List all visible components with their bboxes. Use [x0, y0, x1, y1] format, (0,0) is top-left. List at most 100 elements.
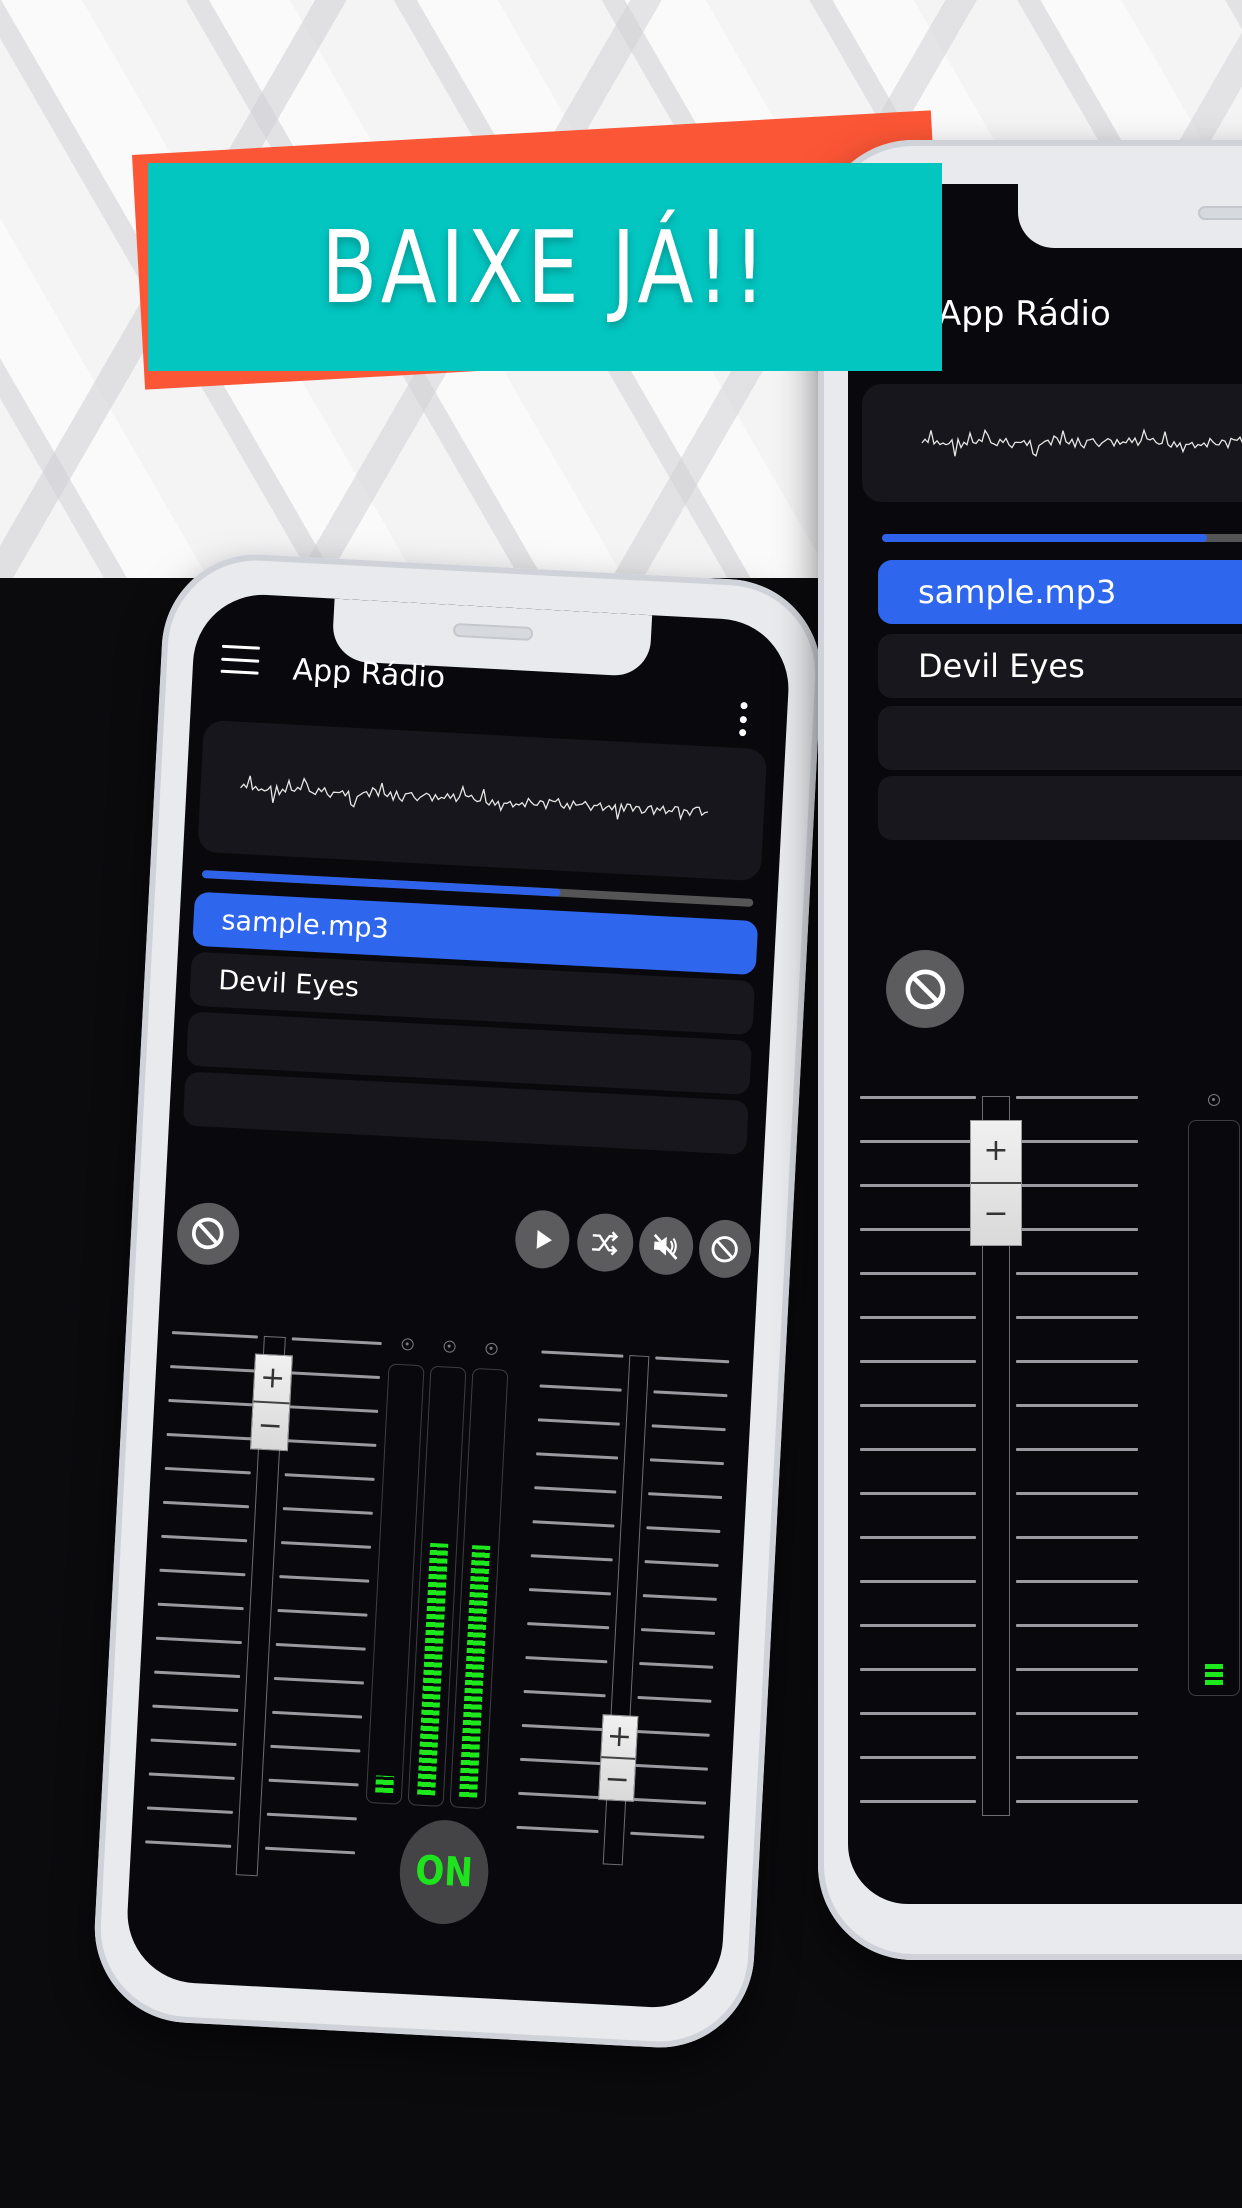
fader-scale-tick [1016, 1712, 1138, 1715]
fader-scale-tick [640, 1628, 716, 1635]
block-icon [711, 1235, 739, 1263]
left-fader[interactable]: + − [854, 1096, 1164, 1816]
track-item-active[interactable]: sample.mp3 [878, 560, 1242, 624]
fader-scale-tick [655, 1356, 730, 1364]
fader-scale-tick [282, 1507, 373, 1515]
left-fader[interactable]: + − [139, 1331, 388, 1902]
right-fader[interactable]: + − [508, 1350, 735, 1880]
block-icon [192, 1218, 224, 1250]
fader-scale-tick [284, 1473, 375, 1481]
fader-scale-tick [860, 1184, 976, 1187]
play-button[interactable] [513, 1208, 571, 1270]
level-meters [1188, 1094, 1242, 1734]
block-button[interactable] [697, 1218, 753, 1280]
fader-scale-tick [291, 1337, 382, 1346]
fader-plus-button[interactable]: + [971, 1121, 1021, 1184]
fader-scale-tick [639, 1661, 714, 1669]
more-vert-icon[interactable] [738, 701, 748, 737]
track-item-empty[interactable] [878, 776, 1242, 840]
fader-scale-tick [1016, 1184, 1138, 1187]
playback-progress-fill [882, 534, 1207, 542]
phone-notch [1018, 184, 1242, 248]
fader-scale-tick [145, 1840, 232, 1848]
fader-scale-tick [653, 1390, 728, 1398]
fader-scale-tick [860, 1712, 976, 1715]
track-name: sample.mp3 [220, 904, 390, 945]
fader-scale-tick [277, 1608, 368, 1617]
speaker-grille [452, 622, 534, 642]
level-meter-fill [1205, 1662, 1223, 1685]
fader-scale-tick [528, 1588, 611, 1596]
fader-scale-tick [1016, 1536, 1138, 1539]
track-name: Devil Eyes [918, 647, 1085, 685]
fader-scale-tick [289, 1371, 380, 1380]
fader-scale-tick [155, 1636, 242, 1645]
fader-scale-tick [159, 1568, 246, 1577]
fader-scale-tick [270, 1744, 361, 1753]
fader-scale-tick [266, 1812, 357, 1821]
fader-scale-tick [1016, 1404, 1138, 1407]
fader-scale-tick [148, 1772, 235, 1780]
fader-scale-tick [632, 1797, 707, 1805]
fader-scale-tick [272, 1710, 363, 1719]
fader-scale-tick [1016, 1228, 1138, 1231]
hamburger-menu-icon[interactable] [220, 644, 260, 675]
fader-scale-tick [275, 1642, 366, 1651]
block-button[interactable] [886, 950, 964, 1028]
shuffle-button[interactable] [575, 1212, 635, 1274]
fader-scale-tick [1016, 1096, 1138, 1099]
fader-scale-tick [630, 1831, 705, 1839]
level-meter-fill [417, 1542, 449, 1796]
fader-scale-tick [518, 1791, 601, 1800]
fader-scale-tick [534, 1486, 617, 1494]
fader-scale-tick [1016, 1580, 1138, 1583]
level-meter-fill [459, 1545, 491, 1798]
fader-scale-tick [1016, 1624, 1138, 1627]
fader-scale-tick [860, 1404, 976, 1407]
fader-scale-tick [1016, 1448, 1138, 1451]
waveform-graph [240, 775, 709, 821]
app-screen: App Rádio sample.mp3 Devil Eyes +− ON [848, 184, 1242, 1904]
block-button[interactable] [175, 1201, 241, 1267]
fader-scale-tick [860, 1536, 976, 1539]
fader-scale-tick [860, 1756, 976, 1759]
fader-plus-button[interactable]: + [601, 1715, 638, 1761]
fader-minus-button[interactable]: − [971, 1184, 1021, 1245]
fader-minus-button[interactable]: − [251, 1402, 289, 1450]
fader-scale-tick [860, 1360, 976, 1363]
waveform-graph [921, 428, 1242, 457]
fader-scale-tick [860, 1800, 976, 1803]
fader-scale-tick [171, 1331, 258, 1339]
fader-scale-tick [265, 1846, 356, 1855]
fader-knob[interactable]: + − [598, 1714, 639, 1803]
fader-minus-button[interactable]: − [599, 1759, 635, 1802]
fader-scale-tick [860, 1448, 976, 1451]
fader-scale-tick [273, 1676, 364, 1685]
level-meter [1188, 1120, 1240, 1696]
fader-scale-tick [286, 1439, 377, 1447]
fader-scale-tick [644, 1560, 719, 1567]
meter-indicator-icon [401, 1338, 414, 1351]
fader-knob[interactable]: + − [249, 1353, 293, 1452]
fader-scale-tick [860, 1580, 976, 1583]
fader-scale-tick [541, 1350, 624, 1358]
power-on-button[interactable]: ON [397, 1817, 491, 1927]
waveform-display [197, 719, 768, 882]
fader-scale-tick [525, 1656, 608, 1664]
fader-scale-tick [166, 1432, 253, 1441]
track-item[interactable]: Devil Eyes [878, 634, 1242, 698]
phone-mockup-left: App Rádio sample.mp3 Devil Eyes + − + − … [89, 549, 827, 2053]
fader-scale-tick [157, 1602, 244, 1611]
fader-knob[interactable]: + − [970, 1119, 1022, 1246]
fader-scale-tick [527, 1622, 610, 1630]
shuffle-icon [592, 1231, 619, 1256]
fader-scale-tick [152, 1704, 239, 1713]
playback-progress-bar[interactable] [882, 534, 1242, 542]
fader-scale-tick [516, 1825, 599, 1834]
fader-scale-tick [649, 1458, 724, 1466]
track-item-empty[interactable] [878, 706, 1242, 770]
mute-button[interactable] [637, 1215, 695, 1277]
fader-plus-button[interactable]: + [253, 1354, 292, 1405]
fader-scale-tick [860, 1096, 976, 1099]
fader-scale-tick [1016, 1316, 1138, 1319]
